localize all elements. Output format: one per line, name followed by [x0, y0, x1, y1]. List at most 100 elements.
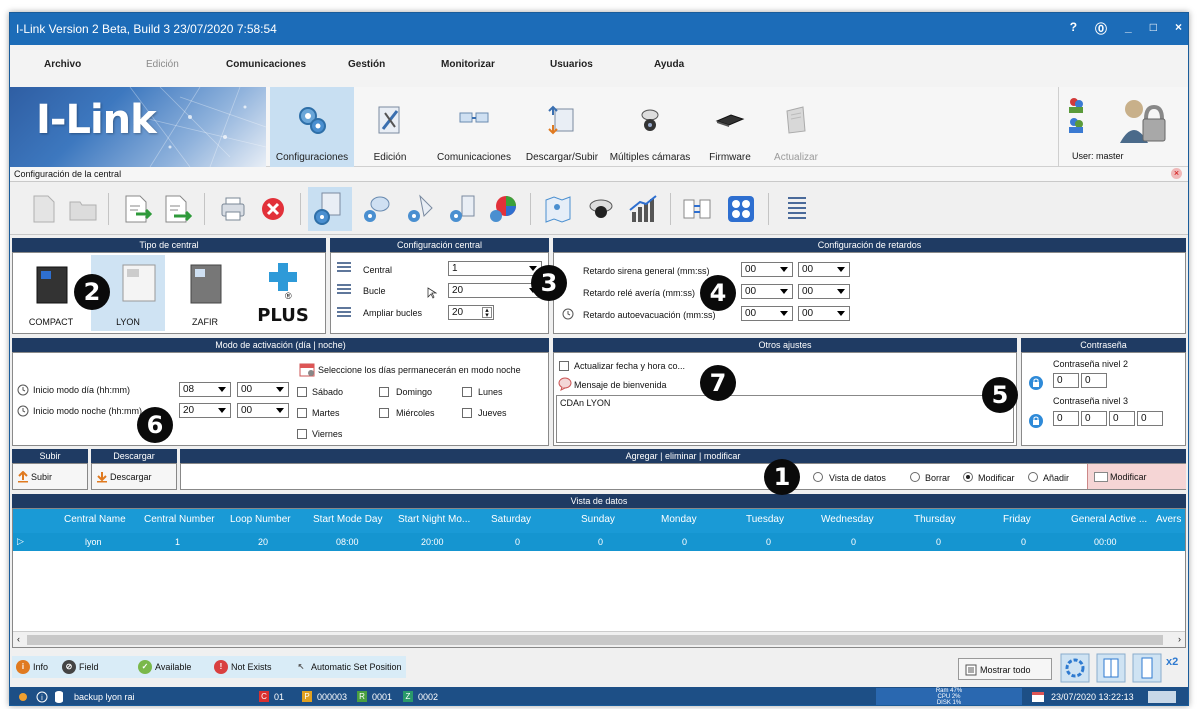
detector-config-icon[interactable] [404, 192, 438, 226]
scroll-thumb[interactable] [27, 635, 1163, 645]
users-icon[interactable] [1066, 95, 1086, 139]
checkbox-sabado[interactable] [297, 387, 307, 397]
expand-icon[interactable] [1060, 653, 1090, 683]
camera-icon[interactable] [584, 192, 618, 226]
ribbon-comunicaciones[interactable]: Comunicaciones [430, 87, 518, 167]
open-folder-icon[interactable] [66, 192, 100, 226]
column-header[interactable]: Central Number [144, 514, 215, 532]
central-select[interactable]: 1 [448, 261, 542, 276]
minimize-button[interactable]: _ [1125, 20, 1132, 37]
menu-ayuda[interactable]: Ayuda [654, 59, 684, 70]
scroll-left-icon[interactable]: ‹ [17, 634, 20, 644]
column-header[interactable]: Wednesday [821, 514, 874, 532]
column-header[interactable]: Tuesday [746, 514, 784, 532]
autoevac-ss-select[interactable]: 00 [798, 306, 850, 321]
mostrar-todo-button[interactable]: Mostrar todo [958, 658, 1052, 680]
columns-icon[interactable] [1096, 653, 1126, 683]
print-icon[interactable] [216, 192, 250, 226]
column-header[interactable]: Loop Number [230, 514, 291, 532]
descargar-button[interactable]: Descargar [91, 463, 177, 490]
ribbon-actualizar[interactable]: Actualizar [766, 87, 826, 167]
column-header[interactable]: Thursday [914, 514, 956, 532]
nivel3-digit-4[interactable]: 0 [1137, 411, 1163, 426]
radio-anadir[interactable] [1028, 472, 1038, 482]
scroll-right-icon[interactable]: › [1178, 634, 1181, 644]
import-icon[interactable] [160, 192, 194, 226]
new-file-icon[interactable] [26, 192, 60, 226]
nivel2-digit-1[interactable]: 0 [1053, 373, 1079, 388]
siren-config-icon[interactable] [360, 192, 394, 226]
noche-hour-select[interactable]: 20 [179, 403, 231, 418]
column-header[interactable]: Friday [1003, 514, 1031, 532]
menu-comunicaciones[interactable]: Comunicaciones [226, 59, 306, 70]
radio-modificar[interactable] [963, 472, 973, 482]
dia-hour-select[interactable]: 08 [179, 382, 231, 397]
menu-edicion[interactable]: Edición [146, 59, 179, 70]
averia-mm-select[interactable]: 00 [741, 284, 793, 299]
radio-borrar[interactable] [910, 472, 920, 482]
checkbox-miercoles[interactable] [379, 408, 389, 418]
nivel3-digit-1[interactable]: 0 [1053, 411, 1079, 426]
config-central-tool[interactable] [308, 187, 352, 231]
horizontal-scrollbar[interactable]: ‹ › [13, 631, 1185, 647]
ribbon-descargar-subir[interactable]: Descargar/Subir [522, 87, 602, 167]
map-icon[interactable] [540, 192, 574, 226]
maximize-button[interactable]: □ [1150, 20, 1157, 37]
sirena-mm-select[interactable]: 00 [741, 262, 793, 277]
info-button[interactable]: ⓪ [1095, 20, 1107, 37]
column-header[interactable]: Saturday [491, 514, 531, 532]
panel-icon[interactable] [1132, 653, 1162, 683]
zones-config-icon[interactable] [486, 192, 520, 226]
nivel3-digit-3[interactable]: 0 [1109, 411, 1135, 426]
dia-minute-select[interactable]: 00 [237, 382, 289, 397]
checkbox-lunes[interactable] [462, 387, 472, 397]
averia-ss-select[interactable]: 00 [798, 284, 850, 299]
column-header[interactable]: Sunday [581, 514, 615, 532]
radio-vista-datos[interactable] [813, 472, 823, 482]
menu-gestion[interactable]: Gestión [348, 59, 385, 70]
close-tab-icon[interactable]: × [1171, 168, 1182, 179]
delete-icon[interactable] [256, 192, 290, 226]
checkbox-jueves[interactable] [462, 408, 472, 418]
transfer-icon[interactable] [680, 192, 714, 226]
ribbon-edicion[interactable]: Edición [360, 87, 420, 167]
column-header[interactable]: General Active ... [1071, 514, 1147, 532]
ribbon-firmware[interactable]: Firmware [700, 87, 760, 167]
ribbon-multiples-camaras[interactable]: Múltiples cámaras [606, 87, 694, 167]
actualizar-fecha-checkbox[interactable] [559, 361, 569, 371]
checkbox-viernes[interactable] [297, 429, 307, 439]
subir-button[interactable]: Subir [12, 463, 88, 490]
autoevac-mm-select[interactable]: 00 [741, 306, 793, 321]
checkbox-domingo[interactable] [379, 387, 389, 397]
nivel3-digit-2[interactable]: 0 [1081, 411, 1107, 426]
column-header[interactable]: Avers [1156, 514, 1181, 532]
column-header[interactable]: Monday [661, 514, 697, 532]
export-icon[interactable] [120, 192, 154, 226]
modificar-button[interactable]: Modificar [1087, 464, 1186, 489]
close-button[interactable]: × [1175, 20, 1182, 37]
user-lock-icon[interactable] [1116, 93, 1166, 149]
ampliar-bucles-stepper[interactable]: 20 ▴ ▾ [448, 305, 494, 320]
ribbon-configuraciones[interactable]: Configuraciones [270, 87, 354, 167]
menu-archivo[interactable]: Archivo [44, 59, 81, 70]
calculator-icon[interactable] [724, 192, 758, 226]
mensaje-bienvenida-textarea[interactable]: CDAn LYON [556, 395, 1014, 443]
table-row[interactable]: ▷ lyon 1 20 08:00 20:00 0 0 0 0 0 0 0 00… [13, 533, 1185, 551]
statistics-icon[interactable] [626, 192, 660, 226]
nivel2-digit-2[interactable]: 0 [1081, 373, 1107, 388]
sirena-ss-select[interactable]: 00 [798, 262, 850, 277]
bucle-select[interactable]: 20 [448, 283, 542, 298]
list-icon[interactable] [780, 192, 814, 226]
z-code-badge: Z [403, 691, 413, 702]
central-type-plus[interactable]: ® PLUS [245, 255, 321, 331]
module-config-icon[interactable] [446, 192, 480, 226]
column-header[interactable]: Start Night Mo... [398, 514, 470, 532]
menu-monitorizar[interactable]: Monitorizar [441, 59, 495, 70]
noche-minute-select[interactable]: 00 [237, 403, 289, 418]
central-type-zafir[interactable]: ZAFIR [169, 255, 241, 331]
checkbox-martes[interactable] [297, 408, 307, 418]
menu-usuarios[interactable]: Usuarios [550, 59, 593, 70]
column-header[interactable]: Central Name [64, 514, 126, 532]
help-button[interactable]: ? [1070, 20, 1077, 37]
column-header[interactable]: Start Mode Day [313, 514, 382, 532]
